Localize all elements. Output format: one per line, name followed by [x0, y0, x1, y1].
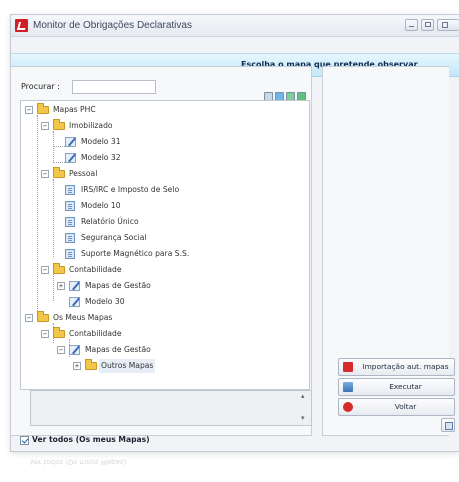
folder-icon: [53, 327, 65, 338]
doc-icon: [65, 233, 75, 243]
restore-icon: [442, 22, 448, 28]
run-button[interactable]: Executar: [338, 378, 455, 396]
window-title: Monitor de Obrigações Declarativas: [33, 20, 192, 31]
edit-doc-icon: [69, 281, 80, 291]
folder-icon: [53, 167, 65, 178]
edit-doc-icon: [69, 345, 80, 355]
collapse-icon[interactable]: −: [41, 266, 49, 274]
back-button[interactable]: Voltar: [338, 398, 455, 416]
scroll-down-icon[interactable]: ▾: [301, 415, 307, 422]
doc-icon: [65, 185, 75, 195]
tree-line: [53, 271, 54, 301]
extra-options-button[interactable]: [441, 418, 455, 432]
doc-icon: [65, 217, 75, 227]
edit-doc-icon: [65, 153, 76, 163]
back-button-label: Voltar: [394, 402, 417, 411]
tree-node-label: Outros Mapas: [99, 359, 156, 373]
collapse-icon[interactable]: −: [41, 122, 49, 130]
collapse-icon[interactable]: −: [25, 314, 33, 322]
folder-icon: [53, 119, 65, 130]
tree-line: [37, 115, 38, 315]
tree-node-label: Imobilizado: [69, 121, 113, 130]
tree-node-label: Suporte Magnético para S.S.: [81, 249, 190, 258]
show-all-checkbox[interactable]: [20, 436, 29, 445]
collapse-icon[interactable]: −: [25, 106, 33, 114]
folder-icon: [37, 103, 49, 114]
tree-node-label: Modelo 32: [81, 153, 121, 162]
tree-line: [53, 179, 54, 257]
tree-node-label: Contabilidade: [69, 265, 122, 274]
edit-doc-icon: [69, 297, 80, 307]
tree-node-label: IRS/IRC e Imposto de Selo: [81, 185, 180, 194]
import-button-label: Importação aut. mapas: [362, 362, 449, 371]
folder-icon: [53, 263, 65, 274]
tree-node-label: Relatório Único: [81, 217, 139, 226]
tree-node-label: Mapas PHC: [53, 105, 96, 114]
description-area[interactable]: ▴ ▾: [30, 390, 312, 426]
tree-node-label: Os Meus Mapas: [53, 313, 113, 322]
import-icon: [343, 362, 353, 372]
restore-button[interactable]: [437, 19, 459, 31]
doc-icon: [65, 201, 75, 211]
expand-icon[interactable]: +: [57, 282, 65, 290]
edit-doc-icon: [65, 137, 76, 147]
search-label: Procurar :: [21, 82, 60, 91]
tree-node-label: Contabilidade: [69, 329, 122, 338]
collapse-icon[interactable]: −: [57, 346, 65, 354]
tree-node-label: Segurança Social: [81, 233, 147, 242]
maps-tree[interactable]: − Mapas PHC − Imobilizado Modelo 31 Mode…: [20, 100, 310, 390]
import-maps-button[interactable]: Importação aut. mapas: [338, 358, 455, 376]
minimize-icon: [409, 26, 414, 27]
doc-icon: [65, 249, 75, 259]
folder-icon: [85, 359, 97, 370]
folder-icon: [37, 311, 49, 322]
tree-node-label: Modelo 30: [85, 297, 125, 306]
tree-node-label: Modelo 10: [81, 201, 121, 210]
tree-node-label: Modelo 31: [81, 137, 121, 146]
minimize-button[interactable]: [405, 19, 418, 31]
app-logo-icon: [15, 19, 28, 32]
title-bar: Monitor de Obrigações Declarativas: [11, 15, 459, 37]
collapse-icon[interactable]: −: [41, 330, 49, 338]
screen: Monitor de Obrigações Declarativas Escol…: [0, 0, 459, 482]
scroll-up-icon[interactable]: ▴: [301, 393, 307, 400]
search-input[interactable]: [72, 80, 156, 94]
tree-node-label: Mapas de Gestão: [85, 345, 151, 354]
expand-icon[interactable]: +: [73, 362, 81, 370]
show-all-label: Ver todos (Os meus Mapas): [32, 435, 150, 444]
back-icon: [343, 402, 353, 412]
maximize-icon: [425, 22, 431, 27]
run-button-label: Executar: [389, 382, 422, 391]
run-icon: [343, 382, 353, 392]
tree-node-label: Mapas de Gestão: [85, 281, 151, 290]
collapse-icon[interactable]: −: [41, 170, 49, 178]
tree-node-label: Pessoal: [69, 169, 98, 178]
maximize-button[interactable]: [421, 19, 434, 31]
reflection-text: Ver todos (Os meus Mapas): [30, 458, 127, 466]
